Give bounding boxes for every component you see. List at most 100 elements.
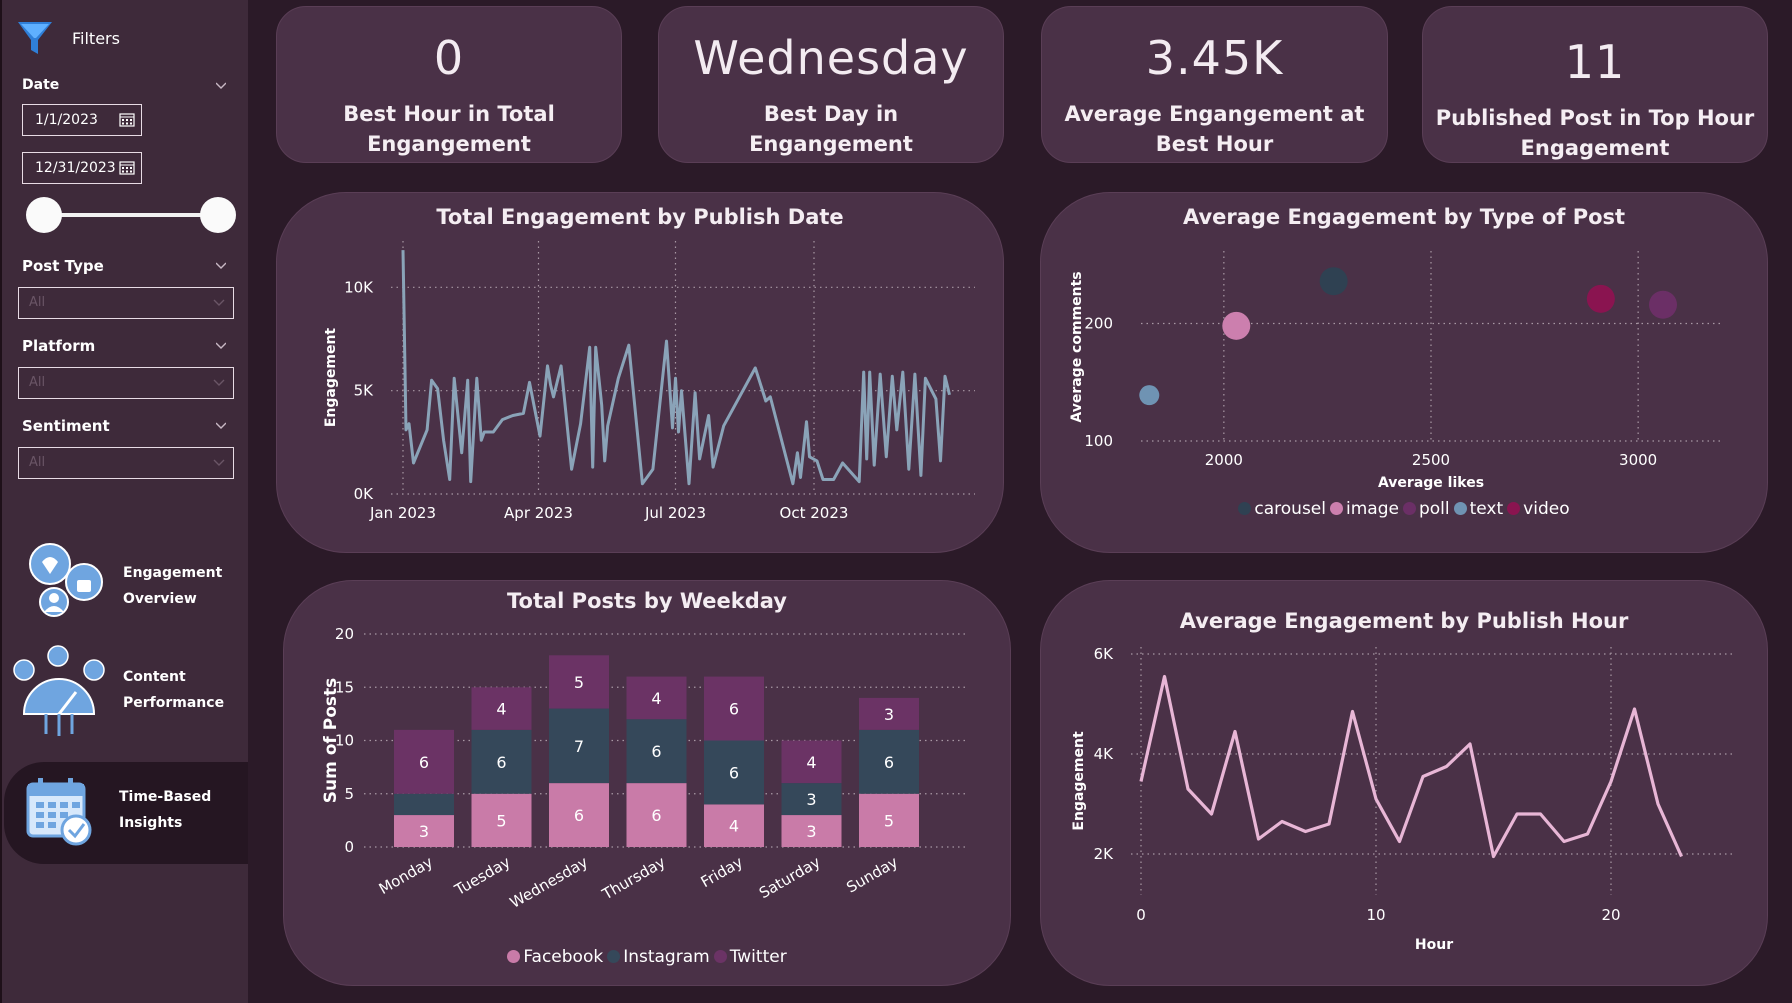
legend-item-video[interactable]: video	[1507, 499, 1570, 519]
bar-data-label: 6	[419, 753, 429, 772]
nav-label: Time-Based Insights	[119, 789, 212, 831]
scatter-point-video	[1586, 284, 1615, 313]
x-tick-label: 20	[1601, 906, 1620, 924]
chevron-down-icon[interactable]	[216, 260, 226, 270]
kpi-best-day: Wednesday Best Day in Engangement	[658, 6, 1004, 163]
legend-item-carousel[interactable]: carousel	[1238, 499, 1326, 519]
kpi-published-posts: 11 Published Post in Top Hour Engagement	[1422, 6, 1768, 163]
filters-header[interactable]: Filters	[16, 18, 120, 58]
bar-data-label: 6	[496, 753, 506, 772]
y-axis-label: Sum of Posts	[321, 678, 341, 803]
platform-dropdown[interactable]: All	[18, 367, 234, 399]
x-tick-label: Oct 2023	[780, 504, 849, 522]
legend-label: Facebook	[523, 947, 604, 967]
legend-label: Instagram	[623, 947, 710, 967]
y-tick-label: 6K	[1094, 645, 1115, 663]
post-type-filter-label: Post Type	[22, 257, 104, 275]
kpi-caption: Published Post in Top Hour Engagement	[1435, 106, 1755, 160]
y-tick-label: 10K	[344, 278, 374, 296]
posts-by-weekday-chart[interactable]: 05101520Sum of Posts36Monday564Tuesday67…	[284, 581, 1012, 987]
nav-content-performance[interactable]: Content Performance	[2, 640, 248, 736]
legend-item-facebook[interactable]: Facebook	[507, 947, 603, 967]
scatter-point-text	[1139, 385, 1160, 406]
date-range-slider-track[interactable]	[44, 213, 219, 217]
date-range-end-handle[interactable]	[200, 197, 236, 233]
bar-data-label: 4	[806, 753, 816, 772]
bar-data-label: 3	[806, 790, 816, 809]
bar-data-label: 5	[884, 811, 894, 830]
kpi-value: 3.45K	[1145, 31, 1284, 85]
bar-data-label: 5	[496, 811, 506, 830]
y-tick-label: 200	[1084, 315, 1113, 333]
y-tick-label: 0	[344, 838, 354, 856]
x-tick-label: Jul 2023	[644, 504, 706, 522]
legend-item-twitter[interactable]: Twitter	[713, 947, 787, 967]
sentiment-value: All	[29, 455, 46, 470]
date-filter-label: Date	[22, 77, 60, 93]
x-axis-label: Hour	[1415, 937, 1453, 953]
bar-data-label: 6	[574, 806, 584, 825]
performance-gauge-icon	[13, 645, 105, 736]
x-tick-label: Friday	[698, 853, 746, 891]
bar-data-label: 6	[651, 742, 661, 761]
start-date-input[interactable]: 1/1/2023	[22, 104, 142, 136]
date-range-start-handle[interactable]	[26, 197, 62, 233]
legend-swatch	[1507, 502, 1521, 515]
bar-data-label: 4	[729, 817, 739, 836]
legend-label: text	[1469, 499, 1504, 519]
chevron-down-icon[interactable]	[216, 80, 226, 90]
y-tick-label: 4K	[1094, 745, 1115, 763]
filter-sidebar: Filters Date 1/1/2023 12/31/2023 Post Ty…	[0, 0, 248, 1003]
sentiment-filter-label: Sentiment	[22, 417, 110, 435]
x-tick-label: 10	[1366, 906, 1385, 924]
engagement-icon	[29, 543, 103, 617]
bar-data-label: 6	[884, 753, 894, 772]
y-tick-label: 100	[1084, 432, 1113, 450]
y-tick-label: 5	[344, 785, 354, 803]
start-date-value: 1/1/2023	[35, 112, 98, 128]
nav-label: Engagement Overview	[123, 565, 223, 607]
nav-engagement-overview[interactable]: Engagement Overview	[2, 540, 248, 632]
bar-data-label: 6	[651, 806, 661, 825]
post-type-dropdown[interactable]: All	[18, 287, 234, 319]
post-type-value: All	[29, 295, 46, 310]
platform-filter-label: Platform	[22, 337, 96, 355]
legend-item-poll[interactable]: poll	[1402, 499, 1450, 519]
legend-swatch	[607, 950, 621, 963]
kpi-value: 11	[1564, 35, 1626, 89]
y-axis-label: Engagement	[1071, 731, 1087, 831]
calendar-icon[interactable]	[119, 112, 135, 127]
legend-label: image	[1346, 499, 1399, 519]
bar-data-label: 6	[729, 700, 739, 719]
engagement-by-date-chart[interactable]: 0K 5K 10K Jan 2023 Apr 2023 Jul 2023 Oct 2023 E…	[277, 193, 1005, 554]
bar-data-label: 5	[574, 673, 584, 692]
x-axis-label: Average likes	[1378, 475, 1484, 491]
kpi-caption: Average Engangement at Best Hour	[1064, 102, 1365, 156]
legend-swatch	[1330, 502, 1343, 515]
chevron-down-icon[interactable]	[216, 340, 226, 350]
nav-time-based-insights[interactable]: Time-Based Insights	[4, 762, 248, 864]
funnel-icon	[18, 22, 52, 54]
kpi-average-engagement: 3.45K Average Engangement at Best Hour	[1041, 6, 1388, 163]
legend-item-image[interactable]: image	[1330, 499, 1399, 519]
legend-item-instagram[interactable]: Instagram	[607, 947, 710, 967]
nav-label: Content Performance	[123, 669, 225, 711]
y-tick-label: 20	[335, 625, 354, 643]
y-tick-label: 2K	[1094, 845, 1115, 863]
engagement-by-hour-chart[interactable]: 2K 4K 6K 0 10 20 Hour Engagement	[1041, 581, 1769, 987]
x-tick-label: 0	[1136, 906, 1146, 924]
legend-swatch	[507, 950, 521, 963]
calendar-icon[interactable]	[119, 160, 135, 175]
legend-label: video	[1523, 499, 1570, 519]
sentiment-dropdown[interactable]: All	[18, 447, 234, 479]
legend-label: carousel	[1254, 499, 1326, 519]
end-date-input[interactable]: 12/31/2023	[22, 152, 142, 184]
kpi-caption: Best Day in Engangement	[749, 102, 913, 156]
scatter-point-carousel	[1319, 267, 1348, 296]
x-tick-label: Apr 2023	[504, 504, 573, 522]
bar-data-label: 3	[806, 822, 816, 841]
chart-legend: carousel image poll text video	[1041, 499, 1767, 519]
calendar-check-icon	[26, 778, 92, 846]
chevron-down-icon[interactable]	[216, 420, 226, 430]
legend-item-text[interactable]: text	[1453, 499, 1504, 519]
